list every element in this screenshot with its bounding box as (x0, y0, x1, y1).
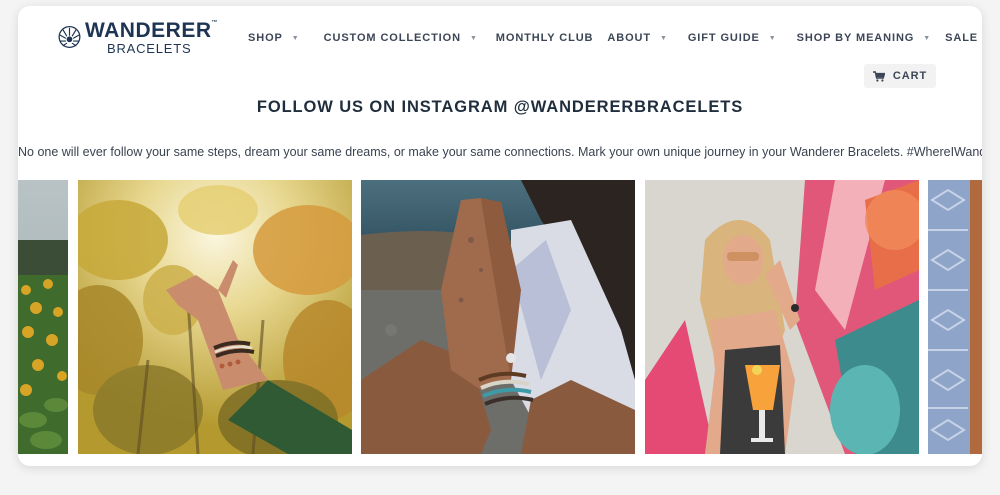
site-logo[interactable]: WANDERER™ BRACELETS (58, 15, 218, 59)
nav-item-sale[interactable]: SALE (945, 32, 978, 44)
chevron-down-icon: ▼ (291, 34, 300, 42)
main-nav: SHOP ▼ CUSTOM COLLECTION ▼ MONTHLY CLUB … (248, 29, 982, 47)
browser-frame: WANDERER™ BRACELETS SHOP ▼ CUSTOM COLLEC… (18, 6, 982, 466)
nav-item-about[interactable]: ABOUT ▼ (607, 32, 667, 44)
instagram-gallery (18, 180, 982, 454)
nav-item-shop[interactable]: SHOP ▼ (248, 32, 300, 44)
nav-item-label: CUSTOM COLLECTION (323, 32, 461, 44)
chevron-down-icon: ▼ (923, 34, 932, 42)
nav-item-label: SHOP BY MEANING (796, 32, 915, 44)
nav-item-gift-guide[interactable]: GIFT GUIDE ▼ (688, 32, 777, 44)
logo-trademark: ™ (211, 19, 218, 26)
nav-item-label: ABOUT (607, 32, 651, 44)
woman-mural-drink-photo[interactable] (645, 180, 919, 454)
praying-hands-bracelets-photo[interactable] (361, 180, 635, 454)
nav-item-monthly-club[interactable]: MONTHLY CLUB (496, 32, 594, 44)
cart-button[interactable]: CART (864, 64, 936, 88)
nav-item-shop-by-meaning[interactable]: SHOP BY MEANING ▼ (797, 32, 931, 44)
nav-item-label: MONTHLY CLUB (495, 32, 594, 44)
nav-item-label: SALE (945, 32, 979, 44)
logo-text: WANDERER™ BRACELETS (85, 20, 218, 55)
nav-item-label: GIFT GUIDE (687, 32, 760, 44)
nav-item-label: SHOP (248, 32, 283, 44)
instagram-title: FOLLOW US ON INSTAGRAM @WANDERERBRACELET… (256, 98, 744, 116)
blue-pattern-photo[interactable] (928, 180, 982, 454)
logo-word: WANDERER (84, 18, 212, 42)
sunflower-field-photo[interactable] (18, 180, 68, 454)
logo-sub: BRACELETS (106, 40, 192, 56)
logo-sunburst-icon (58, 26, 81, 48)
chevron-down-icon: ▼ (469, 34, 478, 42)
instagram-description: No one will ever follow your same steps,… (18, 145, 982, 159)
cart-icon (872, 70, 885, 82)
nav-item-custom-collection[interactable]: CUSTOM COLLECTION ▼ (324, 32, 478, 44)
autumn-hand-bracelets-photo[interactable] (78, 180, 352, 454)
chevron-down-icon: ▼ (768, 34, 777, 42)
chevron-down-icon: ▼ (660, 34, 668, 42)
cart-label: CART (892, 70, 928, 82)
